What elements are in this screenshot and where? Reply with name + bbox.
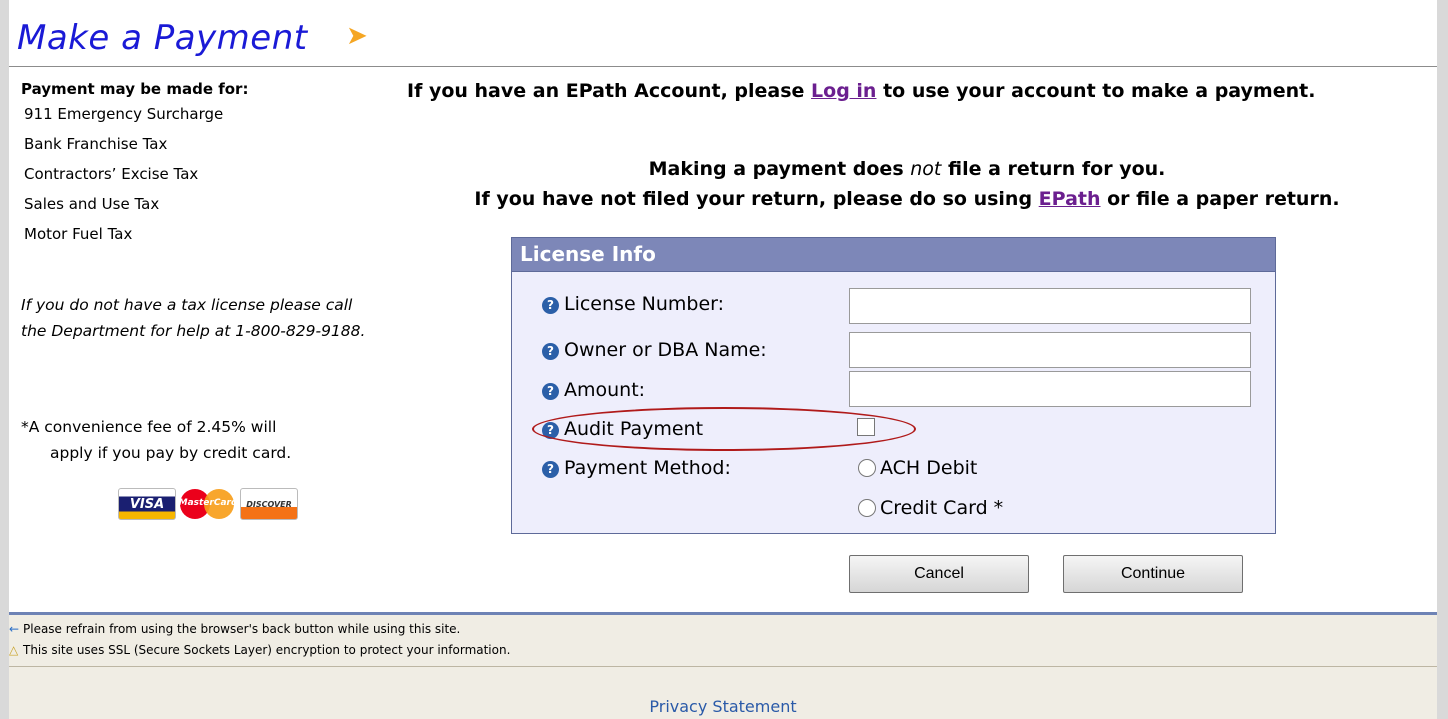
- help-icon[interactable]: ?: [542, 461, 559, 478]
- help-icon[interactable]: ?: [542, 422, 559, 439]
- audit-payment-label: ? Audit Payment: [542, 418, 703, 440]
- card-logos: VISA MasterCard DISCOVER: [118, 488, 298, 520]
- page-title: Make a Payment: [17, 18, 308, 58]
- payment-types-heading: Payment may be made for:: [21, 80, 249, 98]
- list-item: Bank Franchise Tax: [24, 135, 168, 153]
- credit-card-radio[interactable]: [858, 499, 876, 517]
- label-text: Payment Method:: [564, 457, 731, 479]
- left-column: Payment may be made for: 911 Emergency S…: [21, 80, 381, 520]
- page: Make a Payment ➤ Payment may be made for…: [9, 0, 1437, 719]
- back-arrow-icon: ←: [9, 622, 20, 636]
- footer-divider: [9, 612, 1437, 615]
- file-return-notice: If you have not filed your return, pleas…: [407, 188, 1407, 210]
- ach-debit-radio[interactable]: [858, 459, 876, 477]
- amount-input[interactable]: [849, 371, 1251, 407]
- radio-label: ACH Debit: [880, 457, 978, 479]
- footer-rule: [9, 666, 1437, 667]
- label-text: Audit Payment: [564, 418, 704, 440]
- notice-text: If you have not filed your return, pleas…: [474, 188, 1039, 210]
- continue-button[interactable]: Continue: [1063, 555, 1243, 593]
- mastercard-logo-text: MasterCard: [178, 498, 238, 508]
- license-help-note: If you do not have a tax license please …: [21, 296, 366, 340]
- notice-text-end: file a return for you.: [941, 158, 1166, 180]
- help-icon[interactable]: ?: [542, 297, 559, 314]
- owner-name-label: ? Owner or DBA Name:: [542, 339, 767, 361]
- visa-logo: VISA: [118, 488, 176, 520]
- license-number-input[interactable]: [849, 288, 1251, 324]
- notice-text-end: or file a paper return.: [1100, 188, 1340, 210]
- payment-notice: Making a payment does not file a return …: [407, 158, 1407, 180]
- arrow-right-icon: ➤: [346, 21, 368, 51]
- help-icon[interactable]: ?: [542, 343, 559, 360]
- back-note-text: Please refrain from using the browser's …: [23, 622, 461, 636]
- license-info-panel: License Info ? License Number: ? Owner or …: [511, 237, 1276, 534]
- list-item: 911 Emergency Surcharge: [24, 105, 224, 123]
- owner-name-input[interactable]: [849, 332, 1251, 368]
- epath-link[interactable]: EPath: [1039, 188, 1101, 210]
- list-item: Motor Fuel Tax: [24, 225, 133, 243]
- epath-account-line: If you have an EPath Account, please Log…: [407, 80, 1315, 102]
- list-item: Contractors’ Excise Tax: [24, 165, 199, 183]
- radio-label: Credit Card *: [880, 497, 1004, 519]
- epath-line-text-end: to use your account to make a payment.: [876, 80, 1316, 102]
- payment-method-label: ? Payment Method:: [542, 457, 731, 479]
- title-row: Make a Payment ➤: [9, 18, 1437, 67]
- license-number-label: ? License Number:: [542, 293, 724, 315]
- visa-logo-text: VISA: [129, 496, 165, 512]
- login-link[interactable]: Log in: [811, 80, 876, 102]
- discover-logo-text: DISCOVER: [246, 499, 292, 509]
- ssl-note: △ This site uses SSL (Secure Sockets Laye…: [9, 641, 1437, 662]
- convenience-fee-note: *A convenience fee of 2.45% will apply i…: [21, 414, 381, 466]
- ach-debit-option[interactable]: ACH Debit: [858, 457, 977, 479]
- audit-payment-checkbox[interactable]: [857, 418, 875, 436]
- main-content: Make a Payment ➤ Payment may be made for…: [9, 0, 1437, 612]
- credit-card-option[interactable]: Credit Card *: [858, 497, 1003, 519]
- label-text: Owner or DBA Name:: [564, 339, 767, 361]
- help-icon[interactable]: ?: [542, 383, 559, 400]
- cancel-button[interactable]: Cancel: [849, 555, 1029, 593]
- label-text: License Number:: [564, 293, 725, 315]
- discover-logo: DISCOVER: [240, 488, 298, 520]
- tax-type-list: 911 Emergency Surcharge Bank Franchise T…: [21, 104, 381, 254]
- label-text: Amount:: [564, 379, 646, 401]
- warning-icon: △: [9, 643, 19, 657]
- fee-note-line-1: *A convenience fee of 2.45% will: [21, 418, 277, 436]
- ssl-note-text: This site uses SSL (Secure Sockets Layer…: [23, 643, 511, 657]
- panel-title: License Info: [512, 238, 1275, 272]
- fee-note-line-2: apply if you pay by credit card.: [50, 444, 292, 462]
- epath-line-text: If you have an EPath Account, please: [407, 80, 812, 102]
- notice-text: Making a payment does: [648, 158, 911, 180]
- amount-label: ? Amount:: [542, 379, 645, 401]
- privacy-statement-link[interactable]: Privacy Statement: [9, 697, 1437, 716]
- back-button-note: ← Please refrain from using the browser's…: [9, 620, 1437, 641]
- mastercard-logo: MasterCard: [178, 488, 238, 519]
- footer-notes: ← Please refrain from using the browser's…: [9, 620, 1437, 662]
- list-item: Sales and Use Tax: [24, 195, 160, 213]
- notice-emphasis: not: [910, 158, 942, 180]
